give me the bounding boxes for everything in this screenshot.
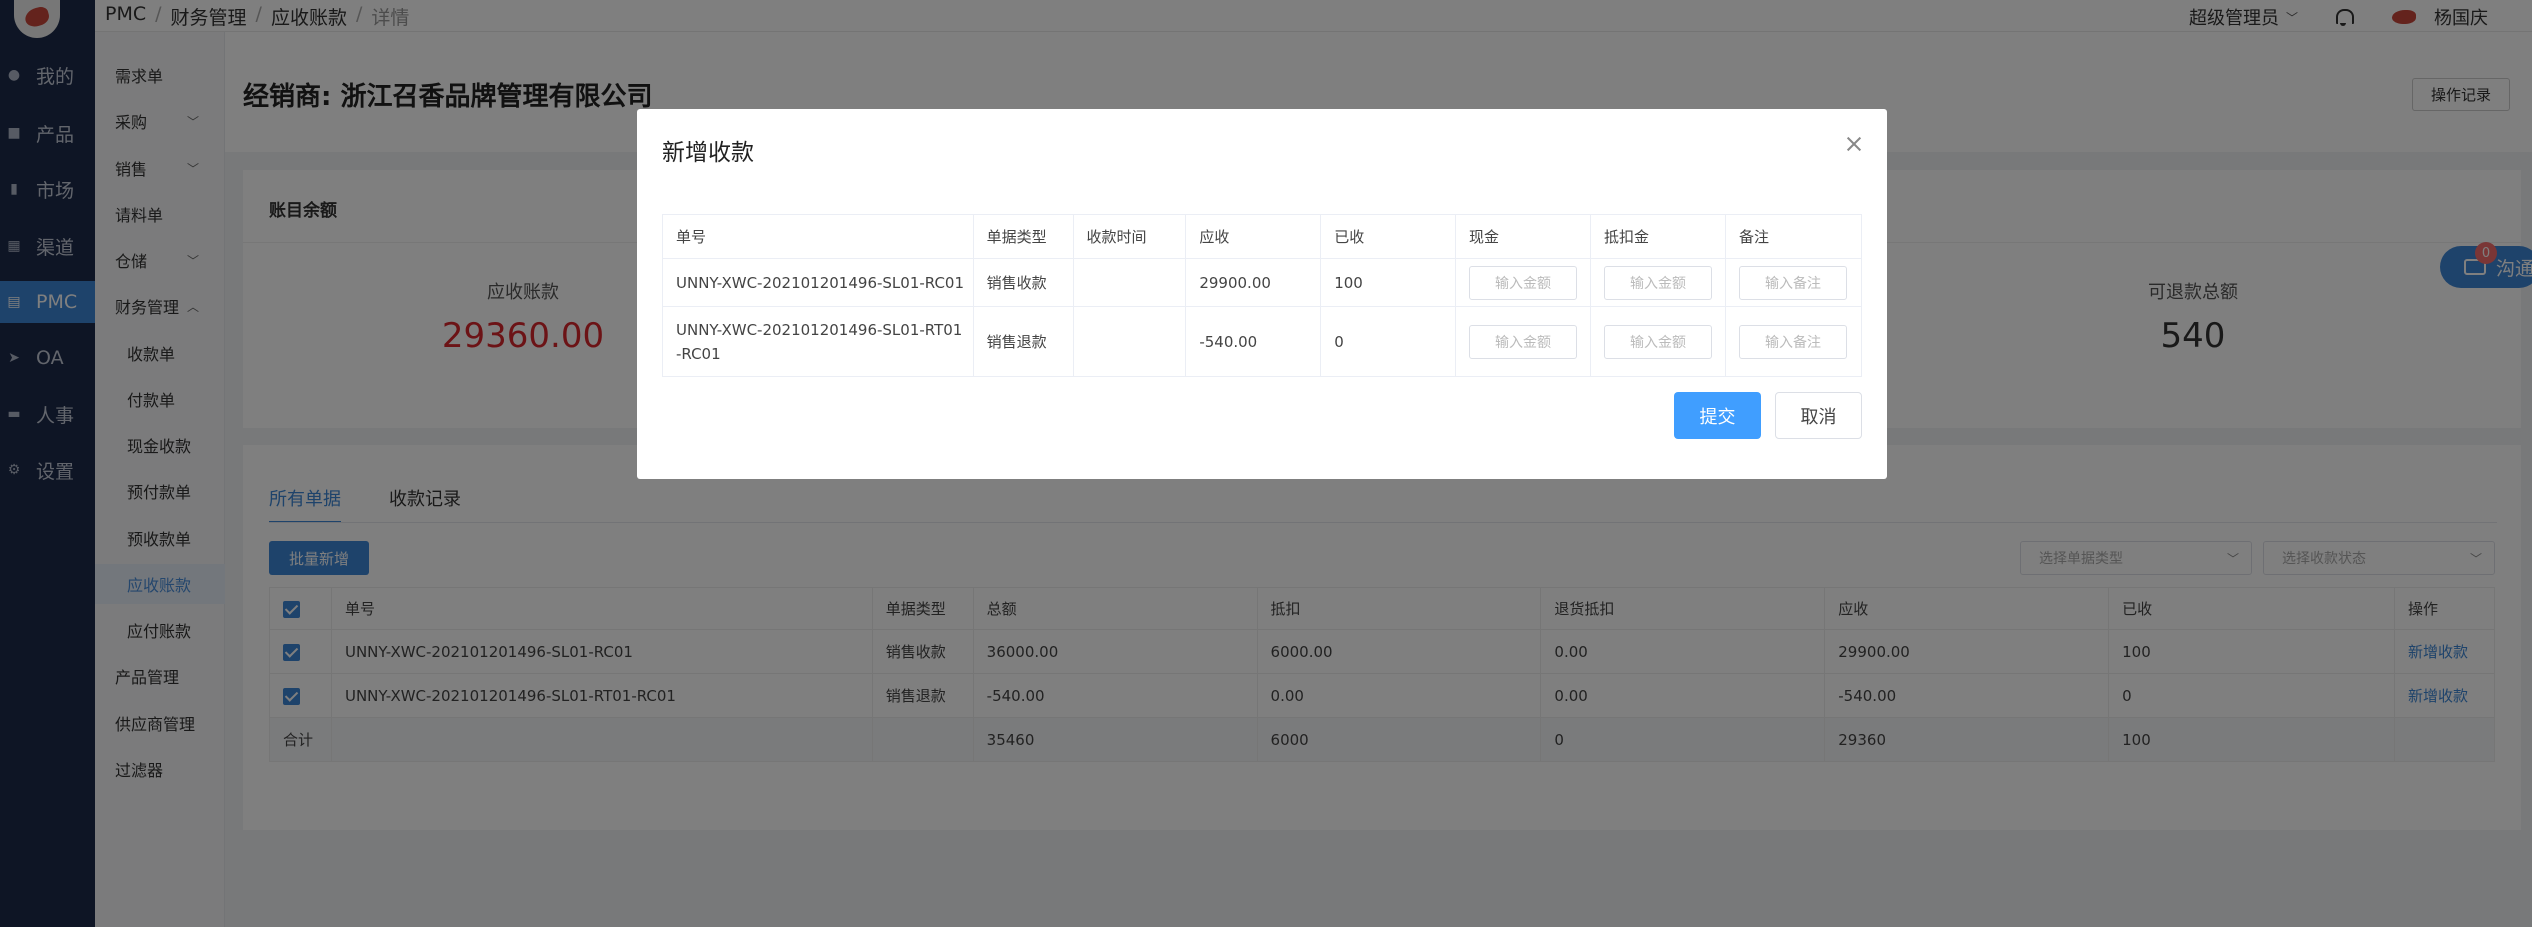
table-cell: 0 — [1320, 306, 1457, 377]
cash-amount-input[interactable]: 输入金额 — [1469, 324, 1578, 359]
column-header: 应收 — [1185, 214, 1322, 259]
note-input[interactable]: 输入备注 — [1738, 324, 1847, 359]
table-cell: UNNY-XWC-202101201496-SL01-RC01 — [662, 258, 974, 307]
table-cell: UNNY-XWC-202101201496-SL01-RT01-RC01 — [662, 306, 974, 377]
column-header: 现金 — [1455, 214, 1591, 259]
table-cell — [1072, 306, 1187, 377]
table-row: UNNY-XWC-202101201496-SL01-RT01-RC01 销售退… — [662, 306, 1863, 377]
column-header: 收款时间 — [1072, 214, 1187, 259]
deduction-amount-input[interactable]: 输入金额 — [1604, 324, 1712, 359]
cancel-button[interactable]: 取消 — [1775, 392, 1862, 439]
add-receipt-dialog: 新增收款 单号 单据类型 收款时间 应收 已收 现金 抵扣金 备注 UNNY-X… — [637, 109, 1887, 479]
column-header: 单据类型 — [972, 214, 1074, 259]
close-icon[interactable] — [1845, 135, 1863, 153]
table-cell: 销售退款 — [972, 306, 1074, 377]
table-cell: 销售收款 — [972, 258, 1074, 307]
table-cell: -540.00 — [1185, 306, 1322, 377]
cash-amount-input[interactable]: 输入金额 — [1469, 265, 1578, 300]
submit-button[interactable]: 提交 — [1674, 392, 1761, 439]
table-cell — [1072, 258, 1187, 307]
table-cell: 29900.00 — [1185, 258, 1322, 307]
column-header: 已收 — [1320, 214, 1457, 259]
note-input[interactable]: 输入备注 — [1738, 265, 1847, 300]
column-header: 单号 — [662, 214, 974, 259]
dialog-title: 新增收款 — [662, 140, 754, 166]
column-header: 备注 — [1724, 214, 1863, 259]
deduction-amount-input[interactable]: 输入金额 — [1604, 265, 1712, 300]
receipt-entry-table: 单号 单据类型 收款时间 应收 已收 现金 抵扣金 备注 UNNY-XWC-20… — [662, 214, 1863, 377]
table-row: UNNY-XWC-202101201496-SL01-RC01 销售收款 299… — [662, 258, 1863, 307]
table-header-row: 单号 单据类型 收款时间 应收 已收 现金 抵扣金 备注 — [662, 214, 1863, 259]
table-cell: 100 — [1320, 258, 1457, 307]
column-header: 抵扣金 — [1590, 214, 1726, 259]
